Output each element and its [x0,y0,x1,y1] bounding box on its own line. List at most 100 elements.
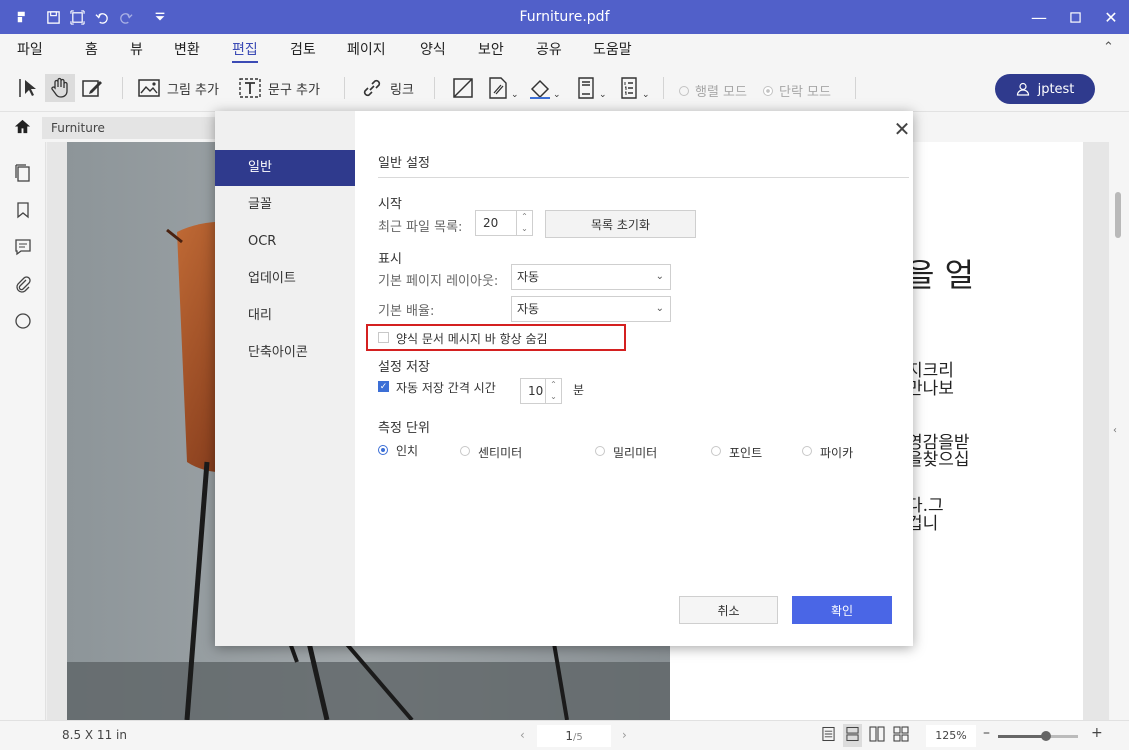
attachment-icon[interactable] [12,273,34,295]
bookmark-icon[interactable] [12,199,34,221]
unit-point-radio[interactable] [711,446,721,456]
menu-convert[interactable]: 변환 [174,39,200,59]
start-section-title: 시작 [378,197,402,212]
home-icon[interactable] [13,117,32,140]
window-title: Furniture.pdf [519,9,610,25]
crop-icon[interactable] [451,74,475,102]
cancel-button[interactable]: 취소 [679,596,778,624]
menu-share[interactable]: 공유 [536,39,562,59]
watermark-icon[interactable]: ⌄ [486,74,519,102]
zoom-slider-knob[interactable] [1041,731,1051,741]
title-bar: Furniture.pdf — ✕ [0,0,1129,34]
menu-view[interactable]: 뷰 [130,39,143,59]
expand-right-panel-icon[interactable]: ‹ [1113,425,1117,436]
clear-recent-list-button[interactable]: 목록 초기화 [545,210,696,238]
background-icon[interactable]: ⌄ [528,74,561,102]
unit-mm-radio[interactable] [595,446,605,456]
paragraph-mode-radio[interactable]: 단락 모드 [763,81,831,100]
page-layout-label: 기본 페이지 레이아웃: [378,274,499,289]
menu-page[interactable]: 페이지 [347,39,386,59]
continuous-view-icon[interactable] [843,724,862,747]
page-layout-select[interactable]: 자동 ⌄ [511,264,671,290]
header-footer-icon[interactable]: ⌄ [574,74,607,102]
scrollbar-thumb[interactable] [1115,192,1121,238]
settings-tab-proxy[interactable]: 대리 [215,298,355,334]
stepper-arrows[interactable]: ⌃ ⌄ [545,379,561,403]
unit-section-title: 측정 단위 [378,421,430,436]
bates-number-icon[interactable]: ⌄ [617,74,650,102]
chevron-down-icon: ⌄ [655,271,664,282]
text-box-icon [239,78,261,98]
recent-files-stepper[interactable]: 20 ⌃ ⌄ [475,210,533,236]
grid-view-icon[interactable] [893,726,909,745]
toolbar-divider [434,77,435,99]
hide-form-bar-label: 양식 문서 메시지 바 항상 숨김 [396,332,548,346]
menu-edit[interactable]: 편집 [232,39,258,63]
ok-button[interactable]: 확인 [792,596,892,624]
link-button[interactable]: 링크 [360,74,414,102]
unit-inch-radio[interactable] [378,445,388,455]
link-icon [363,79,381,97]
zoom-level-input[interactable]: 125% [926,725,976,747]
row-mode-label: 행렬 모드 [695,85,747,100]
unit-pica-label: 파이카 [820,446,854,460]
two-page-view-icon[interactable] [869,726,885,745]
search-icon[interactable] [12,310,34,332]
maximize-icon[interactable] [1057,0,1093,34]
zoom-in-icon[interactable]: + [1091,725,1103,741]
select-tool-icon[interactable] [17,74,41,102]
thumbnails-icon[interactable] [12,162,34,184]
chevron-down-icon: ⌄ [655,303,664,314]
zoom-out-icon[interactable]: – [983,725,990,741]
document-tab[interactable]: Furniture [42,117,242,139]
menu-file[interactable]: 파일 [17,39,43,59]
hand-tool-icon[interactable] [45,74,75,102]
user-account-button[interactable]: jptest [995,74,1095,104]
comment-icon[interactable] [12,236,34,258]
unit-pica-radio[interactable] [802,446,812,456]
row-mode-radio[interactable]: 행렬 모드 [679,81,747,100]
minimize-icon[interactable]: — [1021,0,1057,34]
prev-page-icon[interactable]: ‹ [520,728,525,742]
settings-heading: 일반 설정 [378,156,430,171]
add-image-button[interactable]: 그림 추가 [137,74,219,102]
collapse-ribbon-icon[interactable]: ⌃ [1103,40,1114,55]
toolbar-divider [855,77,856,99]
menu-review[interactable]: 검토 [290,39,316,59]
page-layout-value: 자동 [517,270,540,284]
single-page-view-icon[interactable] [822,726,835,745]
toolbar-divider [663,77,664,99]
hide-form-bar-checkbox[interactable] [378,332,389,343]
menu-home[interactable]: 홈 [85,39,98,59]
edit-tool-icon[interactable] [80,74,104,102]
heading-divider [378,177,909,178]
toolbar: 그림 추가 문구 추가 링크 ⌄ ⌄ ⌄ ⌄ 행렬 모드 단락 모드 jptes… [0,64,1129,112]
next-page-icon[interactable]: › [622,728,627,742]
unit-cm-label: 센티미터 [478,446,523,460]
row-mode-radio-dot [679,85,689,96]
vertical-scrollbar[interactable] [1109,142,1129,720]
menu-security[interactable]: 보안 [478,39,504,59]
autosave-interval-stepper[interactable]: 10 ⌃ ⌄ [520,378,562,404]
zoom-label: 기본 배율: [378,304,435,319]
zoom-slider[interactable] [998,731,1078,741]
autosave-checkbox[interactable]: ✓ [378,381,389,392]
zoom-slider-fill [998,735,1046,738]
settings-tab-shortcuts[interactable]: 단축아이콘 [215,335,355,371]
settings-tab-general[interactable]: 일반 [215,150,355,186]
toolbar-divider [344,77,345,99]
settings-tab-ocr[interactable]: OCR [215,224,355,260]
stepper-arrows[interactable]: ⌃ ⌄ [516,211,532,235]
paragraph-mode-radio-dot [763,85,773,96]
close-window-icon[interactable]: ✕ [1093,0,1129,34]
link-label: 링크 [390,82,414,98]
menu-form[interactable]: 양식 [420,39,446,59]
page-heading-fragment: 을 얼 [905,256,975,294]
page-number-input[interactable]: 1/5 [537,725,611,747]
settings-tab-font[interactable]: 글꼴 [215,187,355,223]
zoom-select[interactable]: 자동 ⌄ [511,296,671,322]
menu-help[interactable]: 도움말 [593,39,632,59]
settings-tab-update[interactable]: 업데이트 [215,261,355,297]
unit-cm-radio[interactable] [460,446,470,456]
add-text-button[interactable]: 문구 추가 [238,74,320,102]
